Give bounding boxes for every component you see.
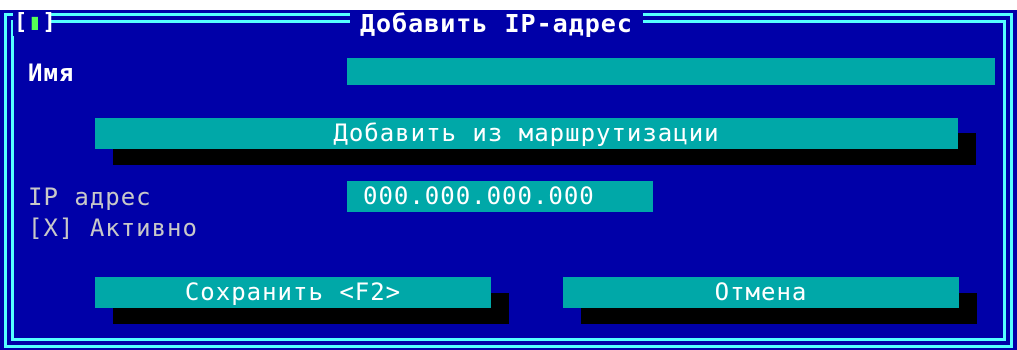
active-checkbox[interactable]: [X] Активно bbox=[28, 213, 198, 243]
window-close-button[interactable]: [▮] bbox=[14, 10, 57, 36]
ip-address-input[interactable]: 000.000.000.000 bbox=[347, 181, 653, 212]
add-from-routing-button[interactable]: Добавить из маршрутизации bbox=[95, 118, 958, 149]
active-checkbox-mark: [X] bbox=[28, 214, 75, 242]
title-bar: [▮] Добавить IP-адрес bbox=[0, 10, 1017, 40]
close-indicator-icon: ▮ bbox=[28, 10, 43, 35]
active-checkbox-label: Активно bbox=[89, 214, 198, 242]
cancel-button[interactable]: Отмена bbox=[563, 277, 959, 308]
dialog-title: Добавить IP-адрес bbox=[350, 10, 643, 38]
save-button[interactable]: Сохранить <F2> bbox=[95, 277, 491, 308]
add-ip-dialog: [▮] Добавить IP-адрес Имя Добавить из ма… bbox=[0, 0, 1017, 350]
name-label: Имя bbox=[28, 59, 75, 87]
name-input[interactable] bbox=[347, 58, 995, 85]
ip-address-label: IP адрес bbox=[28, 183, 152, 211]
